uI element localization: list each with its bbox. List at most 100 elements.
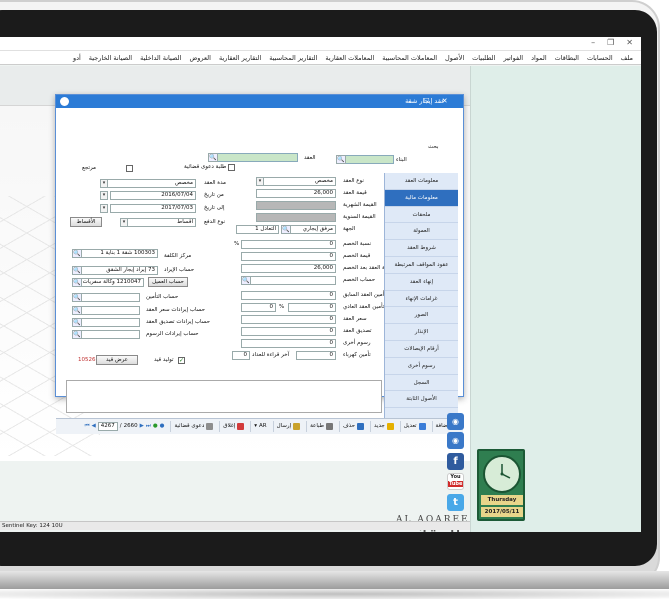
- chevron-down-icon[interactable]: ▾: [100, 204, 108, 213]
- insurance-account-search-icon[interactable]: 🔍: [72, 293, 82, 302]
- party-note-field[interactable]: التعادل 1: [236, 225, 279, 234]
- contract-revenue-field[interactable]: [72, 306, 140, 315]
- sidebar-item[interactable]: شروط العقد: [385, 240, 458, 257]
- payment-type-select[interactable]: أقساط: [120, 218, 196, 227]
- menu-item[interactable]: الحسابات: [587, 54, 613, 62]
- restore-icon[interactable]: ❐: [607, 38, 614, 47]
- sidebar-item[interactable]: الأصول الثابتة: [385, 391, 458, 409]
- contract-field[interactable]: [208, 153, 298, 162]
- lawsuit-button[interactable]: دعوى قضائية: [170, 421, 216, 432]
- menu-item[interactable]: الصيانة الخارجية: [89, 54, 132, 62]
- ratify-field[interactable]: 0: [241, 327, 336, 336]
- close-button[interactable]: إغلاق: [219, 421, 247, 432]
- contract-value-field[interactable]: 26,000: [256, 189, 336, 198]
- record-current-field[interactable]: 4267: [97, 422, 118, 431]
- generate-entry-checkbox[interactable]: ✓: [178, 357, 185, 364]
- menu-item[interactable]: الفواتير: [503, 54, 523, 62]
- sidebar-item[interactable]: عقود المواقف المرتبطة: [385, 257, 458, 274]
- lawsuit-checkbox[interactable]: [228, 164, 235, 171]
- youtube-icon[interactable]: You Tube: [447, 473, 464, 490]
- chevron-down-icon[interactable]: ▾: [100, 191, 108, 200]
- edit-button[interactable]: تعديل: [399, 421, 429, 432]
- first-record-icon[interactable]: ⏮: [85, 421, 90, 432]
- sidebar-item[interactable]: العمولة: [385, 223, 458, 241]
- prev-record-icon[interactable]: ◀: [92, 421, 96, 432]
- normal-insurance-pct-field[interactable]: 0: [241, 303, 276, 312]
- sidebar-item[interactable]: أرقام الإيصالات: [385, 341, 458, 358]
- menu-item[interactable]: التقارير المحاسبية: [269, 54, 317, 62]
- language-dropdown[interactable]: AR ▾: [250, 421, 269, 432]
- discount-account-field[interactable]: [241, 276, 336, 285]
- discount-account-search-icon[interactable]: 🔍: [241, 276, 251, 285]
- ratify-revenue-search-icon[interactable]: 🔍: [72, 318, 82, 327]
- new-button[interactable]: جديد: [370, 421, 397, 432]
- minimize-icon[interactable]: –: [408, 95, 412, 108]
- send-button[interactable]: إرسال: [272, 421, 303, 432]
- facebook-icon[interactable]: f: [447, 453, 464, 470]
- print-button[interactable]: طباعة: [306, 421, 336, 432]
- electricity-field[interactable]: 0: [296, 351, 336, 360]
- menu-item[interactable]: الأصول: [445, 54, 464, 62]
- sidebar-item[interactable]: إنهاء العقد: [385, 274, 458, 291]
- chevron-down-icon[interactable]: ▾: [120, 218, 128, 227]
- refund-checkbox[interactable]: [126, 165, 133, 172]
- customer-field[interactable]: 1210047 وكالة سفريات: [72, 278, 144, 287]
- ratify-revenue-field[interactable]: [72, 318, 140, 327]
- info-icon[interactable]: ●: [160, 421, 165, 432]
- normal-insurance-field[interactable]: 0: [288, 303, 336, 312]
- notes-textarea[interactable]: [66, 380, 382, 413]
- last-record-icon[interactable]: ⏭: [146, 421, 151, 432]
- globe-icon[interactable]: ◉: [447, 432, 464, 449]
- maximize-icon[interactable]: ☐: [424, 95, 430, 108]
- to-date-field[interactable]: 2017/07/03: [110, 204, 196, 213]
- sidebar-item[interactable]: الإنذار: [385, 324, 458, 341]
- other-fees-field[interactable]: 0: [241, 339, 336, 348]
- menu-item[interactable]: الطلبيات: [472, 54, 495, 62]
- insurance-account-field[interactable]: [72, 293, 140, 302]
- cost-center-search-icon[interactable]: 🔍: [72, 249, 82, 258]
- last-reading-field[interactable]: 0: [232, 351, 250, 360]
- contract-revenue-search-icon[interactable]: 🔍: [72, 306, 82, 315]
- from-date-field[interactable]: 2016/07/04: [110, 191, 196, 200]
- discount-pct-field[interactable]: 0: [241, 240, 336, 249]
- chevron-down-icon[interactable]: ▾: [100, 179, 108, 188]
- menu-item[interactable]: المعاملات العقارية: [325, 54, 374, 62]
- fees-account-field[interactable]: [72, 330, 140, 339]
- after-discount-field[interactable]: 26,000: [241, 264, 336, 273]
- minimize-icon[interactable]: –: [591, 38, 595, 47]
- contract-price-field[interactable]: 0: [241, 315, 336, 324]
- contract-search-icon[interactable]: 🔍: [208, 153, 218, 162]
- menu-item[interactable]: أدو: [73, 54, 81, 62]
- close-icon[interactable]: ✕: [442, 95, 448, 108]
- sidebar-item[interactable]: السجل: [385, 375, 458, 392]
- building-search-icon[interactable]: 🔍: [336, 155, 346, 164]
- rent-account-search-icon[interactable]: 🔍: [72, 266, 82, 275]
- rent-account-field[interactable]: 73 إيراد إيجار الشقق: [72, 266, 158, 275]
- sidebar-item[interactable]: معلومات مالية: [385, 189, 458, 207]
- menu-item[interactable]: المعاملات المحاسبية: [382, 54, 437, 62]
- prev-insurance-field[interactable]: 0: [241, 291, 336, 300]
- menu-item[interactable]: العروض: [189, 54, 211, 62]
- customer-account-button[interactable]: حساب العميل: [148, 277, 188, 287]
- sidebar-item[interactable]: الصور: [385, 307, 458, 325]
- menu-item[interactable]: البطاقات: [555, 54, 579, 62]
- fees-account-search-icon[interactable]: 🔍: [72, 330, 82, 339]
- menu-item[interactable]: المواد: [531, 54, 547, 62]
- show-entry-button[interactable]: عرض قيد: [96, 355, 138, 365]
- installments-button[interactable]: الأقساط: [70, 217, 102, 227]
- menu-item[interactable]: الصيانة الداخلية: [140, 54, 181, 62]
- next-record-icon[interactable]: ▶: [140, 421, 144, 432]
- close-icon[interactable]: ✕: [626, 38, 633, 47]
- contract-type-select[interactable]: مخصص: [256, 177, 336, 186]
- duration-select[interactable]: مخصص: [100, 179, 196, 188]
- customer-search-icon[interactable]: 🔍: [72, 278, 82, 287]
- discount-value-field[interactable]: 0: [241, 252, 336, 261]
- twitter-icon[interactable]: t: [447, 494, 464, 511]
- sidebar-item[interactable]: غرامات الإنهاء: [385, 291, 458, 308]
- sidebar-item[interactable]: معلومات العقد: [385, 173, 458, 190]
- menu-item[interactable]: ملف: [621, 54, 633, 62]
- globe-icon[interactable]: ◉: [447, 413, 464, 430]
- sidebar-item[interactable]: ملحقات: [385, 207, 458, 224]
- refresh-icon[interactable]: ●: [153, 421, 158, 432]
- chevron-down-icon[interactable]: ▾: [256, 177, 264, 186]
